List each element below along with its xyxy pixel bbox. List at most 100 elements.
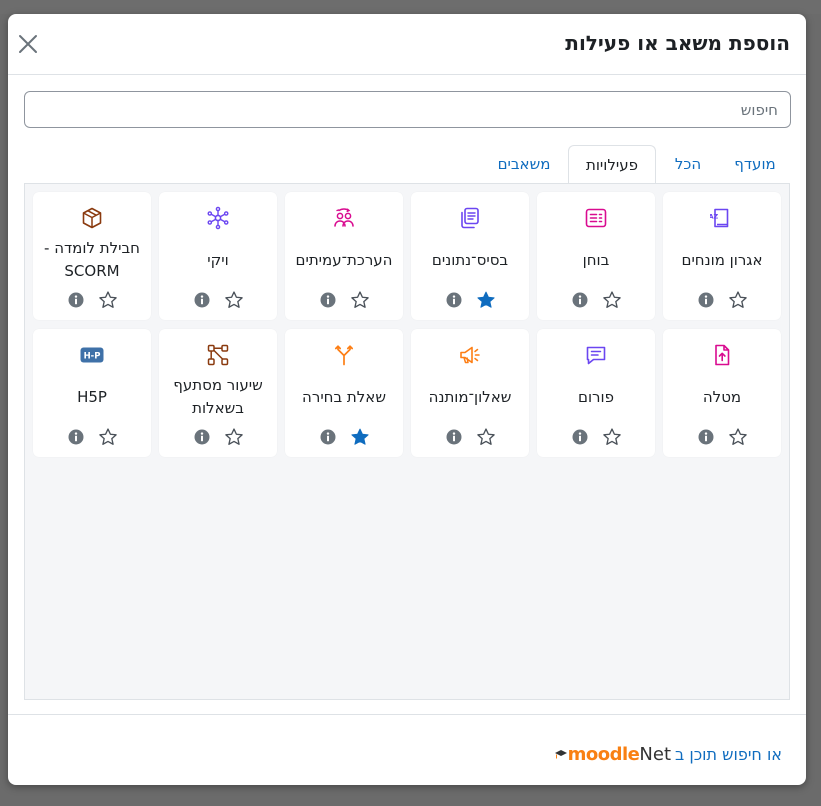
moodlenet-link-text: או חיפוש תוכן ב — [675, 745, 782, 764]
tab-all[interactable]: הכל — [660, 145, 716, 183]
add-activity-modal: הוספת משאב או פעילות מועדף הכל פעילויות … — [8, 14, 806, 785]
database-icon — [461, 207, 479, 229]
star-filled-icon — [351, 428, 369, 445]
choice-icon — [334, 345, 354, 366]
activity-card-workshop[interactable]: הערכת־עמיתים — [285, 192, 403, 320]
star-favourite-button[interactable] — [476, 290, 496, 310]
workshop-icon — [334, 208, 354, 227]
info-button[interactable] — [698, 292, 714, 308]
logo-net-text: Net — [639, 744, 672, 765]
info-button[interactable] — [446, 429, 462, 445]
svg-text:H-P: H-P — [84, 352, 101, 362]
tab-resources[interactable]: משאבים — [480, 145, 568, 183]
activity-label: שאלת בחירה — [302, 387, 386, 406]
star-favourite-button[interactable] — [350, 427, 370, 447]
info-button[interactable] — [698, 429, 714, 445]
activity-card-lesson[interactable]: שיעור מסתעף בשאלות — [159, 329, 277, 457]
search-input[interactable] — [24, 91, 791, 128]
star-filled-icon — [477, 291, 495, 308]
star-favourite-button[interactable] — [224, 290, 244, 310]
star-favourite-button[interactable] — [728, 427, 748, 447]
star-outline-icon — [99, 291, 117, 308]
lesson-icon — [207, 344, 229, 366]
star-favourite-button[interactable] — [224, 427, 244, 447]
close-button[interactable] — [16, 32, 40, 56]
info-icon — [194, 429, 210, 445]
star-favourite-button[interactable] — [602, 290, 622, 310]
scorm-package-icon — [82, 207, 102, 229]
info-icon — [572, 292, 588, 308]
activity-card-scorm[interactable]: חבילת לומדה - SCORM — [33, 192, 151, 320]
activity-card-choice[interactable]: שאלת בחירה — [285, 329, 403, 457]
tab-favourites[interactable]: מועדף — [720, 145, 790, 183]
activity-label: שאלון־מותנה — [428, 387, 512, 406]
forum-icon — [586, 346, 606, 365]
info-button[interactable] — [572, 292, 588, 308]
star-outline-icon — [351, 291, 369, 308]
assignment-icon — [715, 344, 730, 366]
chooser-tabs: מועדף הכל פעילויות משאבים — [24, 145, 790, 186]
star-outline-icon — [225, 291, 243, 308]
activity-label: מטלה — [702, 387, 742, 406]
info-icon — [698, 429, 714, 445]
modal-title: הוספת משאב או פעילות — [565, 31, 790, 55]
star-outline-icon — [729, 291, 747, 308]
search-wrap — [24, 91, 791, 128]
info-icon — [446, 429, 462, 445]
info-button[interactable] — [194, 429, 210, 445]
activity-card-quiz[interactable]: בוחן — [537, 192, 655, 320]
wiki-icon — [207, 206, 229, 230]
info-button[interactable] — [194, 292, 210, 308]
info-button[interactable] — [446, 292, 462, 308]
star-favourite-button[interactable] — [476, 427, 496, 447]
activity-label: הערכת־עמיתים — [295, 250, 393, 269]
activities-panel: AZ אגרון מונחים בוחן בסיס־נתונים הערכת־ע… — [24, 183, 790, 700]
activity-card-feedback[interactable]: שאלון־מותנה — [411, 329, 529, 457]
tab-activities[interactable]: פעילויות — [568, 145, 656, 186]
star-outline-icon — [477, 428, 495, 445]
info-button[interactable] — [68, 429, 84, 445]
modal-footer: או חיפוש תוכן ב moodle Net — [8, 714, 806, 785]
star-favourite-button[interactable] — [728, 290, 748, 310]
activity-card-assignment[interactable]: מטלה — [663, 329, 781, 457]
star-outline-icon — [729, 428, 747, 445]
logo-moodle-text: moodle — [567, 744, 640, 765]
page-backdrop — [0, 0, 821, 14]
info-icon — [320, 429, 336, 445]
moodlenet-logo: moodle Net — [554, 744, 671, 765]
graduation-cap-icon — [554, 749, 567, 758]
star-favourite-button[interactable] — [350, 290, 370, 310]
info-icon — [194, 292, 210, 308]
star-favourite-button[interactable] — [602, 427, 622, 447]
activity-card-database[interactable]: בסיס־נתונים — [411, 192, 529, 320]
activity-card-h5p[interactable]: H-P H5P — [33, 329, 151, 457]
info-button[interactable] — [68, 292, 84, 308]
info-icon — [320, 292, 336, 308]
activity-card-forum[interactable]: פורום — [537, 329, 655, 457]
activity-label: בסיס־נתונים — [431, 250, 509, 269]
activity-label: אגרון מונחים — [681, 250, 763, 269]
quiz-icon — [585, 208, 607, 228]
star-outline-icon — [603, 428, 621, 445]
info-icon — [572, 429, 588, 445]
star-favourite-button[interactable] — [98, 427, 118, 447]
star-favourite-button[interactable] — [98, 290, 118, 310]
glossary-icon: AZ — [710, 208, 729, 228]
info-button[interactable] — [320, 292, 336, 308]
activity-label: בוחן — [582, 250, 610, 269]
svg-text:AZ: AZ — [710, 213, 718, 221]
star-outline-icon — [99, 428, 117, 445]
info-icon — [446, 292, 462, 308]
activity-card-glossary[interactable]: AZ אגרון מונחים — [663, 192, 781, 320]
close-icon — [19, 35, 37, 53]
modal-header: הוספת משאב או פעילות — [8, 14, 806, 75]
activity-label: H5P — [77, 387, 107, 406]
h5p-icon: H-P — [80, 347, 104, 363]
activity-label: שיעור מסתעף בשאלות — [173, 376, 263, 417]
info-button[interactable] — [320, 429, 336, 445]
activity-card-wiki[interactable]: ויקי — [159, 192, 277, 320]
moodlenet-search-link[interactable]: או חיפוש תוכן ב moodle Net — [554, 744, 782, 765]
info-icon — [698, 292, 714, 308]
info-button[interactable] — [572, 429, 588, 445]
activity-label: ויקי — [207, 250, 229, 269]
